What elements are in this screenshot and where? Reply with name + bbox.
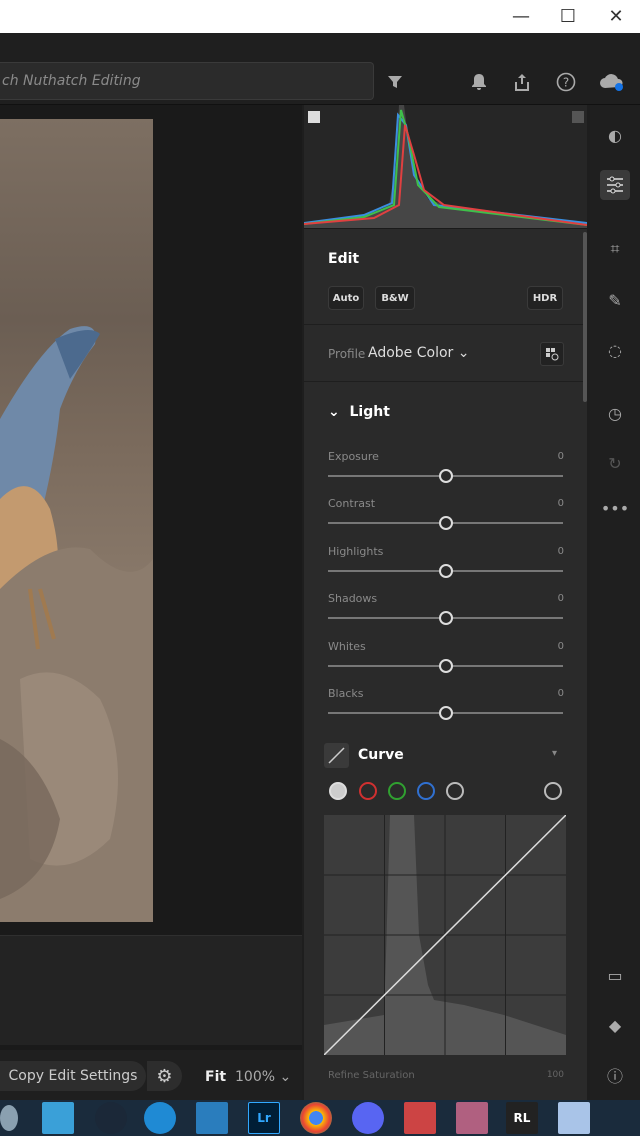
app-icon[interactable]: RL bbox=[506, 1102, 538, 1134]
profile-label: Profile bbox=[328, 347, 366, 361]
curve-mode-icon[interactable] bbox=[324, 743, 349, 768]
slider-label: Shadows bbox=[328, 592, 378, 606]
slider-knob[interactable] bbox=[438, 706, 453, 720]
comments-icon[interactable]: ▭ bbox=[600, 960, 630, 990]
slider-knob[interactable] bbox=[438, 516, 453, 531]
gear-icon[interactable]: ⚙ bbox=[146, 1061, 182, 1091]
share-icon[interactable] bbox=[508, 68, 536, 96]
chrome-app-icon[interactable] bbox=[300, 1102, 332, 1134]
bell-icon[interactable] bbox=[465, 68, 493, 96]
masking-icon[interactable]: ◌ bbox=[600, 335, 630, 365]
maximize-button[interactable]: ☐ bbox=[544, 0, 592, 33]
app-icon[interactable] bbox=[404, 1102, 436, 1134]
slider-knob[interactable] bbox=[438, 658, 453, 673]
info-icon[interactable]: ⓘ bbox=[600, 1060, 630, 1090]
tag-icon[interactable]: ◆ bbox=[600, 1010, 630, 1040]
fit-zoom-button[interactable]: Fit bbox=[205, 1069, 226, 1085]
steam-app-icon[interactable] bbox=[95, 1102, 127, 1134]
minimize-button[interactable]: — bbox=[497, 0, 545, 33]
svg-text:?: ? bbox=[563, 76, 569, 90]
app-icon[interactable] bbox=[456, 1102, 488, 1134]
auto-button[interactable]: Auto bbox=[328, 286, 364, 310]
more-options-icon[interactable]: ••• bbox=[600, 493, 630, 523]
highlight-clipping-toggle[interactable] bbox=[572, 111, 584, 123]
app-icon[interactable] bbox=[0, 1105, 18, 1131]
chevron-down-icon: ⌄ bbox=[328, 404, 340, 420]
filter-icon[interactable] bbox=[381, 68, 409, 96]
panel-scrollbar[interactable] bbox=[583, 232, 587, 402]
copy-edit-settings-button[interactable]: Copy Edit Settings bbox=[0, 1061, 146, 1091]
profile-browser-icon[interactable] bbox=[540, 342, 564, 366]
slider-knob[interactable] bbox=[438, 469, 453, 483]
refine-saturation-value: 100 bbox=[546, 1070, 564, 1080]
slider-value[interactable]: 0 bbox=[540, 593, 564, 604]
remove-icon: ↻ bbox=[608, 453, 622, 473]
curve-menu-icon[interactable]: ▾ bbox=[552, 748, 557, 759]
channel-green-button[interactable] bbox=[388, 782, 406, 800]
discord-app-icon[interactable] bbox=[352, 1102, 384, 1134]
app-icon[interactable] bbox=[558, 1102, 590, 1134]
zoom-level-label: 100% bbox=[235, 1069, 276, 1085]
healing-brush-icon[interactable]: ✎ bbox=[600, 285, 630, 315]
bw-button[interactable]: B&W bbox=[375, 286, 415, 310]
window-titlebar: — ☐ ✕ bbox=[0, 0, 640, 33]
edit-heading: Edit bbox=[328, 251, 360, 267]
chevron-down-icon: ⌄ bbox=[457, 345, 470, 361]
lightroom-app-icon[interactable]: Lr bbox=[248, 1102, 280, 1134]
slider-knob[interactable] bbox=[438, 611, 453, 626]
versions-icon[interactable]: ◷ bbox=[600, 398, 630, 428]
divider bbox=[304, 381, 587, 382]
slider-label: Highlights bbox=[328, 544, 384, 558]
cloud-sync-icon[interactable] bbox=[598, 68, 626, 96]
curve-heading: Curve bbox=[358, 747, 404, 763]
channel-rgb-button[interactable] bbox=[329, 782, 347, 800]
light-section-toggle[interactable]: ⌄ Light bbox=[328, 404, 390, 420]
search-input[interactable]: ch Nuthatch Editing bbox=[0, 62, 374, 100]
search-placeholder: ch Nuthatch Editing bbox=[2, 73, 141, 89]
slider-label: Contrast bbox=[328, 497, 376, 511]
help-icon[interactable]: ? bbox=[552, 68, 580, 96]
slider-knob[interactable] bbox=[438, 563, 453, 578]
app-icon[interactable] bbox=[144, 1102, 176, 1134]
profile-value: Adobe Color bbox=[368, 345, 454, 361]
shadow-clipping-toggle[interactable] bbox=[308, 111, 320, 123]
histogram bbox=[304, 105, 587, 229]
light-heading: Light bbox=[349, 404, 390, 420]
slider-value[interactable]: 0 bbox=[540, 498, 564, 509]
filmstrip bbox=[0, 935, 302, 1045]
zoom-level-select[interactable]: 100% ⌄ bbox=[235, 1069, 291, 1085]
app-icon[interactable] bbox=[196, 1102, 228, 1134]
refine-saturation-label: Refine Saturation bbox=[328, 1070, 415, 1081]
target-adjust-icon[interactable] bbox=[544, 782, 562, 800]
notes-app-icon[interactable] bbox=[42, 1102, 74, 1134]
hdr-button[interactable]: HDR bbox=[527, 286, 563, 310]
close-button[interactable]: ✕ bbox=[592, 0, 640, 33]
slider-value[interactable]: 0 bbox=[540, 641, 564, 652]
crop-icon[interactable]: ⌗ bbox=[600, 234, 630, 264]
presets-icon[interactable]: ◐ bbox=[600, 120, 630, 150]
slider-label: Blacks bbox=[328, 687, 364, 700]
channel-red-button[interactable] bbox=[359, 782, 377, 800]
slider-value[interactable]: 0 bbox=[540, 451, 564, 462]
slider-value[interactable]: 0 bbox=[540, 688, 564, 699]
parametric-curve-icon[interactable] bbox=[446, 782, 464, 800]
tone-curve-graph[interactable] bbox=[324, 815, 566, 1055]
divider bbox=[304, 324, 587, 325]
profile-select[interactable]: Adobe Color ⌄ bbox=[368, 345, 469, 361]
slider-value[interactable]: 0 bbox=[540, 546, 564, 557]
nuthatch-photo bbox=[0, 119, 153, 922]
slider-label: Exposure bbox=[328, 450, 379, 463]
channel-blue-button[interactable] bbox=[417, 782, 435, 800]
chevron-down-icon: ⌄ bbox=[279, 1069, 292, 1085]
slider-label: Whites bbox=[328, 639, 366, 653]
edit-sliders-icon[interactable] bbox=[600, 170, 630, 200]
